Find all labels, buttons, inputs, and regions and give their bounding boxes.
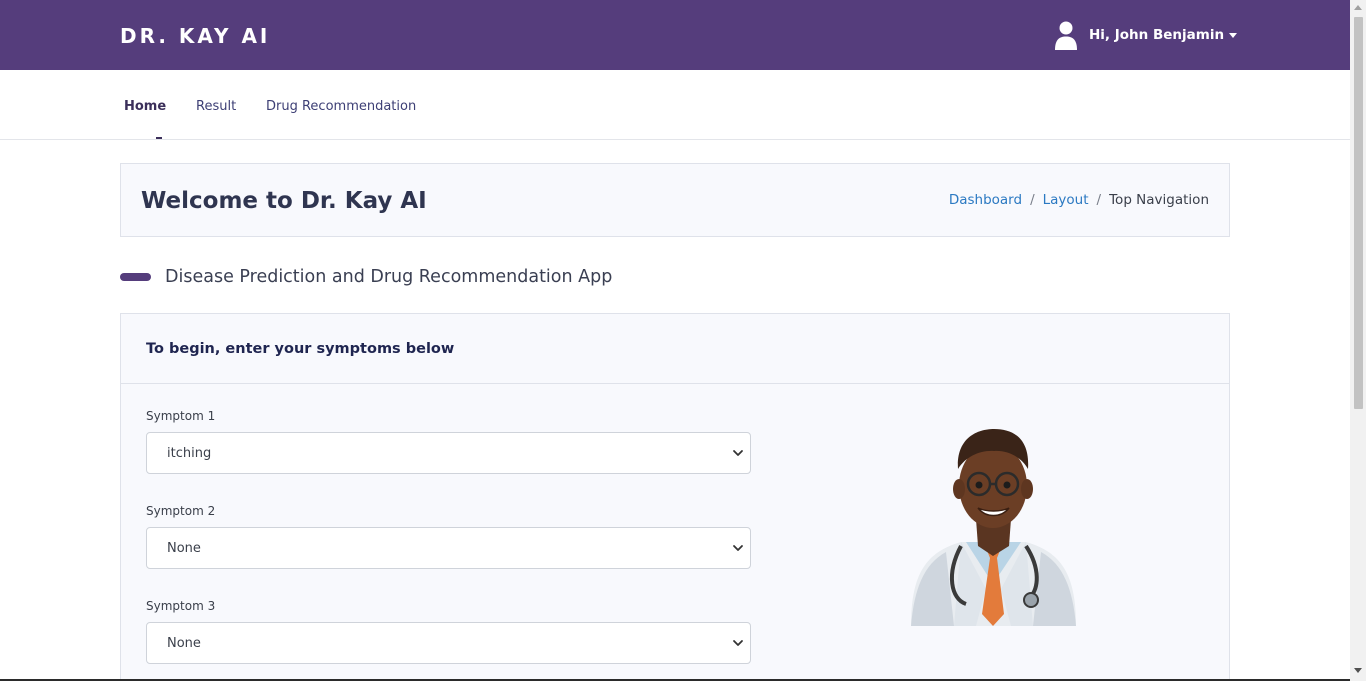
page-title: Welcome to Dr. Kay AI <box>141 188 427 214</box>
chevron-down-icon <box>733 450 743 456</box>
breadcrumb-separator: / <box>1096 192 1102 208</box>
nav-item-drug-recommendation[interactable]: Drug Recommendation <box>266 99 416 114</box>
scrollbar-thumb[interactable] <box>1354 17 1363 409</box>
user-menu-dropdown[interactable]: Hi, John Benjamin <box>1054 20 1238 50</box>
symptom-1-label: Symptom 1 <box>146 409 216 423</box>
breadcrumb-dashboard[interactable]: Dashboard <box>949 192 1022 208</box>
breadcrumb-layout[interactable]: Layout <box>1043 192 1089 208</box>
scroll-down-icon[interactable] <box>1354 668 1362 673</box>
form-heading: To begin, enter your symptoms below <box>146 341 455 357</box>
caret-down-icon <box>1229 32 1238 38</box>
user-avatar-icon <box>1055 21 1077 50</box>
secondary-nav: Home Result Drug Recommendation <box>0 70 1350 140</box>
card-header: To begin, enter your symptoms below <box>121 314 1229 384</box>
breadcrumb-current: Top Navigation <box>1109 192 1209 208</box>
symptom-1-value: itching <box>167 446 212 461</box>
symptom-2-select[interactable]: None <box>146 527 751 569</box>
breadcrumb-separator: / <box>1030 192 1035 208</box>
chevron-down-icon <box>733 545 743 551</box>
active-nav-indicator <box>156 137 162 139</box>
nav-item-home[interactable]: Home <box>124 99 166 114</box>
page-scrollbar[interactable] <box>1350 0 1366 681</box>
welcome-panel: Welcome to Dr. Kay AI Dashboard / Layout… <box>120 163 1230 237</box>
symptom-2-value: None <box>167 541 201 556</box>
symptom-2-label: Symptom 2 <box>146 504 216 518</box>
scroll-up-icon[interactable] <box>1354 5 1362 10</box>
symptom-3-select[interactable]: None <box>146 622 751 664</box>
user-greeting: Hi, John Benjamin <box>1089 27 1225 43</box>
symptom-form-card: To begin, enter your symptoms below Symp… <box>120 313 1230 681</box>
breadcrumb: Dashboard / Layout / Top Navigation <box>949 192 1209 208</box>
section-accent-bar <box>120 273 151 281</box>
symptom-1-select[interactable]: itching <box>146 432 751 474</box>
doctor-illustration <box>911 429 1076 626</box>
section-title: Disease Prediction and Drug Recommendati… <box>165 267 613 287</box>
chevron-down-icon <box>733 640 743 646</box>
brand-logo-text[interactable]: DR. KAY AI <box>120 24 270 48</box>
symptom-3-value: None <box>167 636 201 651</box>
symptom-3-label: Symptom 3 <box>146 599 216 613</box>
nav-item-result[interactable]: Result <box>196 99 236 114</box>
top-header: DR. KAY AI Hi, John Benjamin <box>0 0 1350 70</box>
